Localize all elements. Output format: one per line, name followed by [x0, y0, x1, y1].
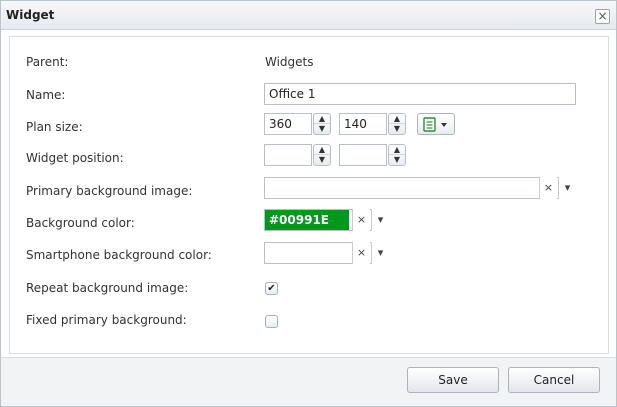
spin-up-icon[interactable]: ▲: [314, 145, 330, 155]
clear-icon[interactable]: ×: [539, 177, 557, 199]
repeat-bg-image-checkbox[interactable]: ✔: [265, 282, 278, 295]
close-icon[interactable]: ×: [595, 9, 610, 24]
plan-height-spinner[interactable]: ▲ ▼: [388, 113, 406, 135]
spreadsheet-icon: [423, 117, 447, 132]
titlebar[interactable]: Widget ×: [1, 1, 616, 30]
primary-bg-image-combo[interactable]: × ▾: [264, 177, 576, 199]
spin-down-icon[interactable]: ▼: [314, 124, 330, 134]
spin-up-icon[interactable]: ▲: [314, 114, 330, 124]
plan-size-label: Plan size:: [26, 120, 83, 134]
name-label: Name:: [26, 88, 66, 102]
save-button[interactable]: Save: [407, 367, 499, 393]
clear-icon[interactable]: ×: [352, 242, 370, 264]
parent-label: Parent:: [26, 55, 69, 69]
primary-bg-image-label: Primary background image:: [26, 184, 193, 198]
cancel-button[interactable]: Cancel: [508, 367, 600, 393]
smartphone-bg-color-combo[interactable]: × ▾: [264, 242, 389, 264]
chevron-down-icon[interactable]: ▾: [371, 242, 389, 264]
spin-up-icon[interactable]: ▲: [389, 145, 405, 155]
chevron-down-icon[interactable]: ▾: [371, 209, 389, 231]
name-input[interactable]: Office 1: [264, 83, 576, 105]
position-y-spinner[interactable]: ▲ ▼: [388, 144, 406, 166]
widget-dialog: Widget × Parent: Widgets Name: Office 1 …: [0, 0, 617, 407]
parent-value: Widgets: [265, 55, 314, 69]
spin-down-icon[interactable]: ▼: [314, 155, 330, 165]
plan-width-input[interactable]: 360: [264, 113, 312, 135]
chevron-down-icon[interactable]: ▾: [558, 177, 576, 199]
position-y-input[interactable]: [339, 144, 387, 166]
plan-size-preset-button[interactable]: [417, 113, 455, 135]
spin-up-icon[interactable]: ▲: [389, 114, 405, 124]
background-color-label: Background color:: [26, 216, 135, 230]
spin-down-icon[interactable]: ▼: [389, 155, 405, 165]
fixed-primary-bg-checkbox[interactable]: [265, 315, 278, 328]
spin-down-icon[interactable]: ▼: [389, 124, 405, 134]
background-color-swatch: #00991E: [265, 210, 349, 230]
repeat-bg-image-label: Repeat background image:: [26, 281, 189, 295]
clear-icon[interactable]: ×: [352, 209, 370, 231]
plan-width-spinner[interactable]: ▲ ▼: [313, 113, 331, 135]
position-x-spinner[interactable]: ▲ ▼: [313, 144, 331, 166]
dialog-title: Widget: [6, 8, 55, 22]
widget-position-label: Widget position:: [26, 151, 124, 165]
background-color-combo[interactable]: #00991E × ▾: [264, 209, 389, 231]
fixed-primary-bg-label: Fixed primary background:: [26, 313, 187, 327]
smartphone-bg-color-label: Smartphone background color:: [26, 248, 212, 262]
position-x-input[interactable]: [264, 144, 312, 166]
plan-height-input[interactable]: 140: [339, 113, 387, 135]
